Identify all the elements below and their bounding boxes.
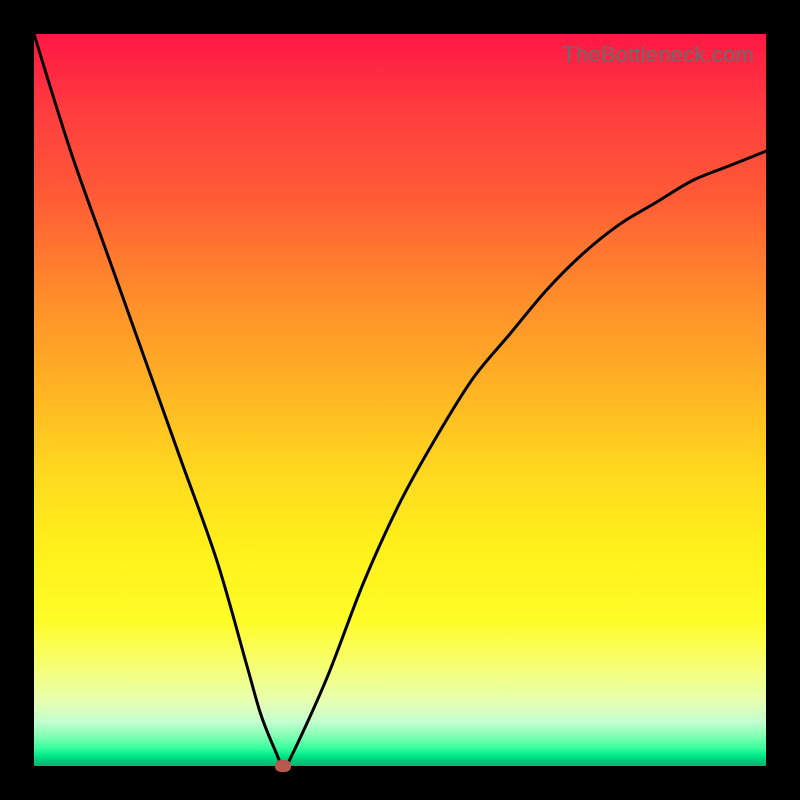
curve-svg: [34, 34, 766, 766]
plot-area: TheBottleneck.com: [34, 34, 766, 766]
optimum-marker: [275, 760, 291, 772]
chart-container: TheBottleneck.com: [0, 0, 800, 800]
bottleneck-curve: [34, 34, 766, 766]
